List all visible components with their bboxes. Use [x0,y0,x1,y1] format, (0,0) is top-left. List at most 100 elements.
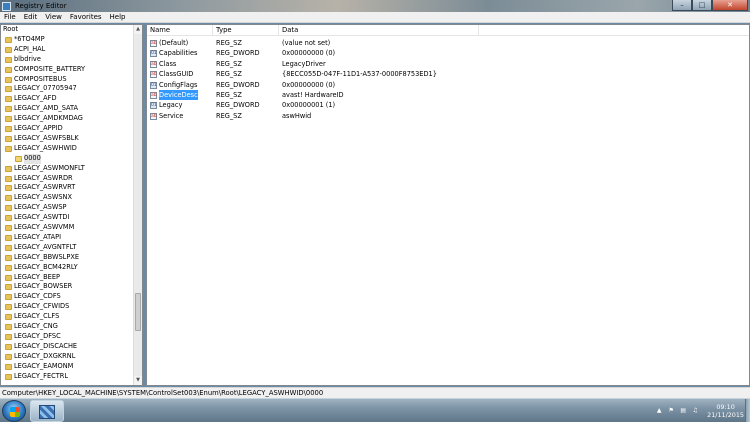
value-name: ConfigFlags [159,80,198,89]
show-desktop-button[interactable] [745,399,750,422]
tree-item[interactable]: COMPOSITEBUS [1,75,133,85]
windows-logo-icon [10,407,20,417]
tree-item[interactable]: COMPOSITE_BATTERY [1,65,133,75]
tree-item[interactable]: LEGACY_CLFS [1,312,133,322]
minimize-button[interactable]: – [672,0,692,11]
value-name: ClassGUID [159,70,194,79]
tree-item[interactable]: LEGACY_FECTRL [1,372,133,382]
menu-help[interactable]: Help [106,13,130,21]
window-controls: – □ ✕ [672,0,748,11]
tree-item[interactable]: LEGACY_AMD_SATA [1,104,133,114]
tree-item[interactable]: LEGACY_CNG [1,322,133,332]
scroll-thumb[interactable] [135,293,141,331]
value-row[interactable]: ab DeviceDesc REG_SZ avast! HardwareID [147,90,749,101]
folder-icon [5,284,12,291]
registry-editor-icon [2,1,11,11]
registry-tree[interactable]: Root *6TO4MP ACPI_HAL blbdrive COMPOSITE_BA… [0,24,143,386]
values-list[interactable]: Name Type Data ab (Default) REG_SZ (value n… [146,24,750,386]
tree-item[interactable]: LEGACY_DFSC [1,332,133,342]
menu-edit[interactable]: Edit [20,13,42,21]
tree-item[interactable]: LEGACY_BEEP [1,273,133,283]
column-header-data[interactable]: Data [279,25,479,36]
tree-item[interactable]: 0000 [1,153,133,164]
folder-icon [5,185,12,192]
tree-item[interactable]: LEGACY_ASWMONFLT [1,164,133,174]
tree-scrollbar[interactable]: ▲ ▼ [133,25,142,385]
folder-icon [5,343,12,350]
value-row[interactable]: ab ClassGUID REG_SZ {8ECC055D-047F-11D1-A53… [147,69,749,79]
folder-icon [5,353,12,360]
tree-root-label: Root [3,25,18,33]
tree-item-label: LEGACY_ASWRVRT [14,183,76,192]
tree-item[interactable]: ACPI_HAL [1,45,133,55]
tree-item[interactable]: LEGACY_ASWFSBLK [1,134,133,144]
folder-icon [5,145,12,152]
tree-item[interactable]: LEGACY_AFD [1,94,133,104]
tree-item[interactable]: LEGACY_ASWHWID [1,144,133,154]
string-value-icon: ab [150,60,157,68]
folder-icon [5,66,12,73]
tray-up-arrow-icon[interactable]: ▲ [655,407,663,415]
dword-value-icon: 01 [150,50,157,58]
tree-item-label: LEGACY_ASWSNX [14,193,73,202]
taskbar-registry-editor[interactable] [30,400,64,422]
tree-item[interactable]: LEGACY_DXGKRNL [1,352,133,362]
menu-view[interactable]: View [41,13,66,21]
column-header-name[interactable]: Name [147,25,213,36]
value-data: (value not set) [282,39,331,47]
maximize-button[interactable]: □ [692,0,712,11]
tree-item[interactable]: LEGACY_ASWTDI [1,213,133,223]
tree-item[interactable]: LEGACY_BOWSER [1,282,133,292]
folder-icon [5,86,12,93]
tree-item[interactable]: LEGACY_BBWSLPXE [1,253,133,263]
tree-item-label: LEGACY_ATAPI [14,232,62,241]
tree-item[interactable]: LEGACY_ASWRVRT [1,183,133,193]
column-headers: Name Type Data [147,25,749,36]
tree-item[interactable]: blbdrive [1,55,133,65]
tree-item[interactable]: LEGACY_ASWRDR [1,174,133,184]
scroll-down-arrow-icon[interactable]: ▼ [134,376,142,385]
close-button[interactable]: ✕ [712,0,748,11]
tree-item[interactable]: LEGACY_CDFS [1,292,133,302]
tree-item-label: LEGACY_FECTRL [14,371,69,380]
value-row[interactable]: 01 Capabilities REG_DWORD 0x00000000 (0) [147,48,749,58]
tree-root[interactable]: Root [1,25,142,35]
tree-item[interactable]: LEGACY_AMDKMDAG [1,114,133,124]
tree-item-label: LEGACY_APPID [14,124,63,132]
column-header-type[interactable]: Type [213,25,279,36]
tree-item-label: ACPI_HAL [14,44,46,53]
value-row[interactable]: 01 Legacy REG_DWORD 0x00000001 (1) [147,100,749,110]
tree-item[interactable]: LEGACY_ASWVMM [1,223,133,233]
title-bar[interactable]: Registry Editor – □ ✕ [0,0,750,12]
clock[interactable]: 09:10 21/11/2015 [707,403,744,419]
tree-item[interactable]: LEGACY_DISCACHE [1,342,133,352]
value-row[interactable]: ab Service REG_SZ aswHwid [147,111,749,121]
taskbar: ▲ ⚑ ▤ ♫ 09:10 21/11/2015 [0,398,750,422]
tree-item[interactable]: LEGACY_AVGNTFLT [1,243,133,253]
volume-icon[interactable]: ♫ [691,407,699,415]
value-name: Capabilities [159,49,198,58]
tree-item[interactable]: LEGACY_ASWSP [1,203,133,213]
value-row[interactable]: 01 ConfigFlags REG_DWORD 0x00000000 (0) [147,80,749,90]
folder-icon [5,294,12,301]
value-data: 0x00000000 (0) [282,80,336,89]
tree-item[interactable]: LEGACY_ATAPI [1,233,133,243]
tree-item[interactable]: LEGACY_07705947 [1,84,133,94]
tree-item-label: LEGACY_ASWMONFLT [14,163,85,172]
value-row[interactable]: ab (Default) REG_SZ (value not set) [147,38,749,48]
menu-file[interactable]: File [0,13,20,21]
tree-item[interactable]: LEGACY_CFWIDS [1,302,133,312]
menu-favorites[interactable]: Favorites [66,13,106,21]
folder-icon [5,175,12,182]
value-name: Legacy [159,101,183,110]
tree-item[interactable]: LEGACY_EAMONM [1,362,133,372]
tree-item[interactable]: LEGACY_ASWSNX [1,193,133,203]
network-icon[interactable]: ▤ [679,407,687,415]
tree-item[interactable]: LEGACY_BCM42RLY [1,263,133,273]
tree-item[interactable]: *6TO4MP [1,35,133,45]
tree-item[interactable]: LEGACY_APPID [1,124,133,134]
start-button[interactable] [2,400,26,422]
value-row[interactable]: ab Class REG_SZ LegacyDriver [147,59,749,69]
action-center-flag-icon[interactable]: ⚑ [667,407,675,415]
scroll-up-arrow-icon[interactable]: ▲ [134,25,142,34]
